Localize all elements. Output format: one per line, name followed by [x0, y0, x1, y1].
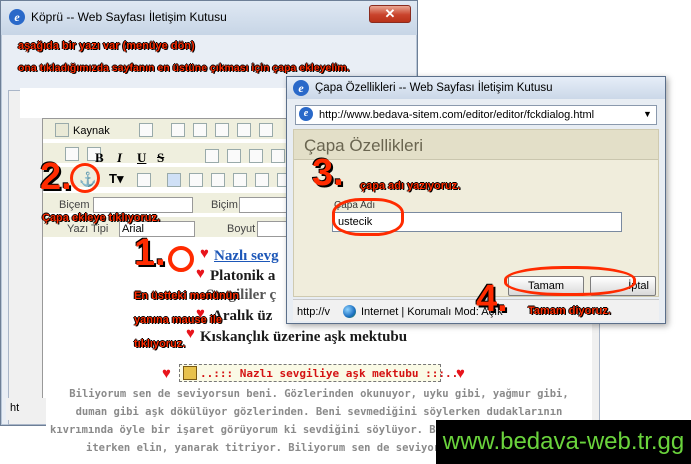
- step-number: 2.: [40, 156, 72, 198]
- address-url[interactable]: http://www.bedava-sitem.com/editor/edito…: [319, 109, 594, 121]
- bold-button[interactable]: B: [95, 150, 104, 166]
- highlight-ring: [168, 246, 194, 272]
- content-line: Platonik a: [210, 268, 276, 284]
- globe-icon: [343, 305, 356, 318]
- italic-button[interactable]: I: [117, 150, 122, 166]
- bg-color-icon[interactable]: [137, 173, 151, 187]
- page-icon[interactable]: [139, 123, 153, 137]
- banner-text: ..::: Nazlı sevgiliye aşk mektubu :::..: [200, 367, 459, 380]
- status-text: ht: [10, 402, 20, 414]
- chevron-down-icon[interactable]: ▼: [643, 109, 652, 119]
- heart-icon: ♥: [162, 365, 171, 382]
- heart-icon: ♥: [200, 245, 209, 262]
- content-line: Kıskançlık üzerine aşk mektubu: [200, 329, 408, 345]
- paste-text-icon[interactable]: [237, 123, 251, 137]
- table-icon[interactable]: [211, 173, 225, 187]
- annotation-line2: ona tıkladığımızda sayfanın en üstüne çı…: [18, 62, 350, 74]
- unordered-list-icon[interactable]: [227, 149, 241, 163]
- heart-icon: ♥: [456, 365, 465, 382]
- step-number: 1.: [134, 232, 166, 274]
- paste-word-icon[interactable]: [259, 123, 273, 137]
- format-select[interactable]: [93, 197, 193, 213]
- indent-icon[interactable]: [271, 149, 285, 163]
- status-url: http://v: [297, 306, 331, 318]
- font-label: Yazı Tipi: [67, 223, 109, 235]
- source-button[interactable]: Kaynak: [73, 125, 110, 137]
- outdent-icon[interactable]: [249, 149, 263, 163]
- page-icon: e: [299, 107, 313, 121]
- step-number: 4.: [476, 278, 508, 320]
- step4-text: Tamam diyoruz.: [528, 305, 611, 317]
- format-label: Biçem: [59, 199, 90, 211]
- highlight-ring: [504, 266, 636, 296]
- image-icon[interactable]: [167, 173, 181, 187]
- annotation-line1: aşağıda bir yazı var (menüye dön): [18, 40, 195, 52]
- cut-icon[interactable]: [171, 123, 185, 137]
- copy-icon[interactable]: [193, 123, 207, 137]
- heart-icon: ♥: [196, 265, 205, 282]
- link-dialog-title: Köprü -- Web Sayfası İletişim Kutusu: [31, 10, 227, 24]
- underline-button[interactable]: U: [137, 150, 146, 166]
- content-link[interactable]: Nazlı sevg: [214, 248, 279, 265]
- paste-icon[interactable]: [215, 123, 229, 137]
- page-blank-area: [20, 88, 295, 118]
- size-label: Boyut: [227, 223, 256, 235]
- flash-icon[interactable]: [189, 173, 203, 187]
- source-icon[interactable]: [55, 123, 69, 137]
- watermark-text: www.bedava-web.tr.gg: [442, 428, 685, 455]
- step1-text: En üstteki menünün: [134, 290, 240, 302]
- step3-text: çapa adı yazıyoruz.: [360, 180, 461, 192]
- step1-text: tıklıyoruz.: [134, 338, 186, 350]
- format2-label: Biçim: [211, 199, 238, 211]
- anchor-dialog-title: Çapa Özellikleri -- Web Sayfası İletişim…: [315, 82, 553, 94]
- step2-text: Çapa ekleye tıklıyoruz.: [42, 212, 160, 224]
- ie-icon: e: [293, 80, 309, 96]
- rule-icon[interactable]: [233, 173, 247, 187]
- close-button[interactable]: ✕: [369, 5, 411, 23]
- ie-icon: e: [9, 9, 25, 25]
- step-number: 3.: [312, 152, 344, 194]
- anchor-marker-icon[interactable]: [183, 366, 197, 380]
- ordered-list-icon[interactable]: [205, 149, 219, 163]
- paragraph-line: Biliyorum sen de seviyorsun beni. Gözler…: [69, 388, 569, 400]
- heart-icon: ♥: [186, 325, 195, 342]
- strike-button[interactable]: S: [157, 150, 164, 166]
- paragraph-line: duman gibi aşk dökülüyor gözlerinden. Be…: [75, 406, 563, 418]
- highlight-ring: [332, 198, 404, 236]
- highlight-ring: [70, 163, 100, 193]
- smiley-icon[interactable]: [255, 173, 269, 187]
- text-color-icon[interactable]: T▾: [109, 171, 123, 187]
- step1-text: yanına mause ile: [134, 314, 223, 326]
